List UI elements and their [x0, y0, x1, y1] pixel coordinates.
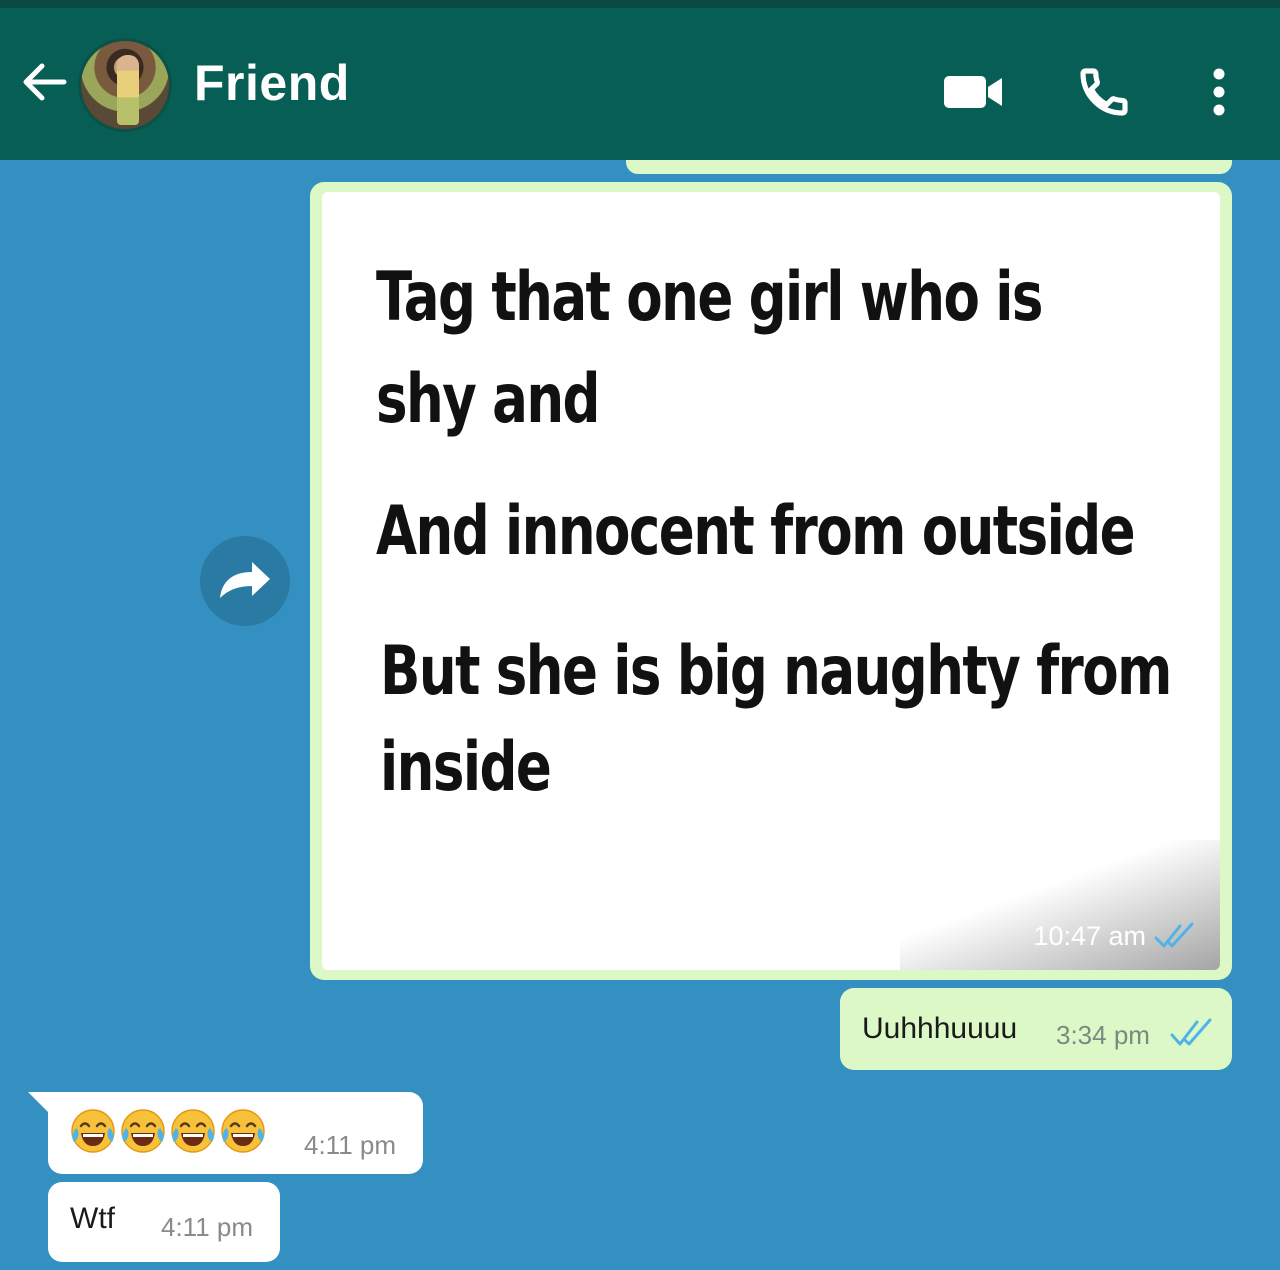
avatar[interactable] [78, 38, 172, 132]
image-text-line: Tag that one girl who is [376, 258, 1043, 337]
message-time: 4:11 pm [161, 1212, 254, 1242]
incoming-message-bubble[interactable]: 4:11 pm [48, 1092, 423, 1174]
image-text-line: inside [380, 728, 552, 807]
double-check-read-icon [1154, 922, 1194, 948]
more-vert-icon[interactable] [1208, 64, 1230, 120]
avatar-figure [117, 55, 139, 125]
bubble-tail [28, 1092, 50, 1114]
status-bar-strip [0, 0, 1280, 8]
image-message-picture[interactable]: Tag that one girl who is shy and And inn… [322, 192, 1220, 970]
message-time: 10:47 am [1033, 921, 1146, 951]
phone-icon[interactable] [1076, 64, 1132, 120]
message-text: Wtf [70, 1202, 115, 1235]
tears-of-joy-icon [118, 1106, 168, 1156]
tears-of-joy-icon [218, 1106, 268, 1156]
arrow-left-icon[interactable] [18, 56, 70, 108]
tears-of-joy-icon [68, 1106, 118, 1156]
tears-of-joy-icon [168, 1106, 218, 1156]
forward-icon [220, 562, 270, 598]
image-text-line: But she is big naughty from [380, 632, 1172, 711]
incoming-message-bubble[interactable]: Wtf 4:11 pm [48, 1182, 280, 1262]
image-text-line: And innocent from outside [376, 492, 1136, 571]
message-time: 4:11 pm [304, 1130, 397, 1160]
contact-name[interactable]: Friend [194, 54, 350, 112]
outgoing-message-bubble[interactable]: Uuhhhuuuu 3:34 pm [840, 988, 1232, 1070]
emoji-row [68, 1106, 268, 1156]
image-message-bubble[interactable]: Tag that one girl who is shy and And inn… [310, 182, 1232, 980]
image-text-line: shy and [376, 360, 601, 439]
chat-header: Friend [0, 8, 1280, 160]
message-text: Uuhhhuuuu [862, 1012, 1018, 1045]
video-call-icon[interactable] [942, 72, 1004, 112]
message-time: 3:34 pm [1056, 1020, 1150, 1050]
double-check-read-icon [1170, 1018, 1212, 1046]
forward-button[interactable] [200, 536, 290, 626]
